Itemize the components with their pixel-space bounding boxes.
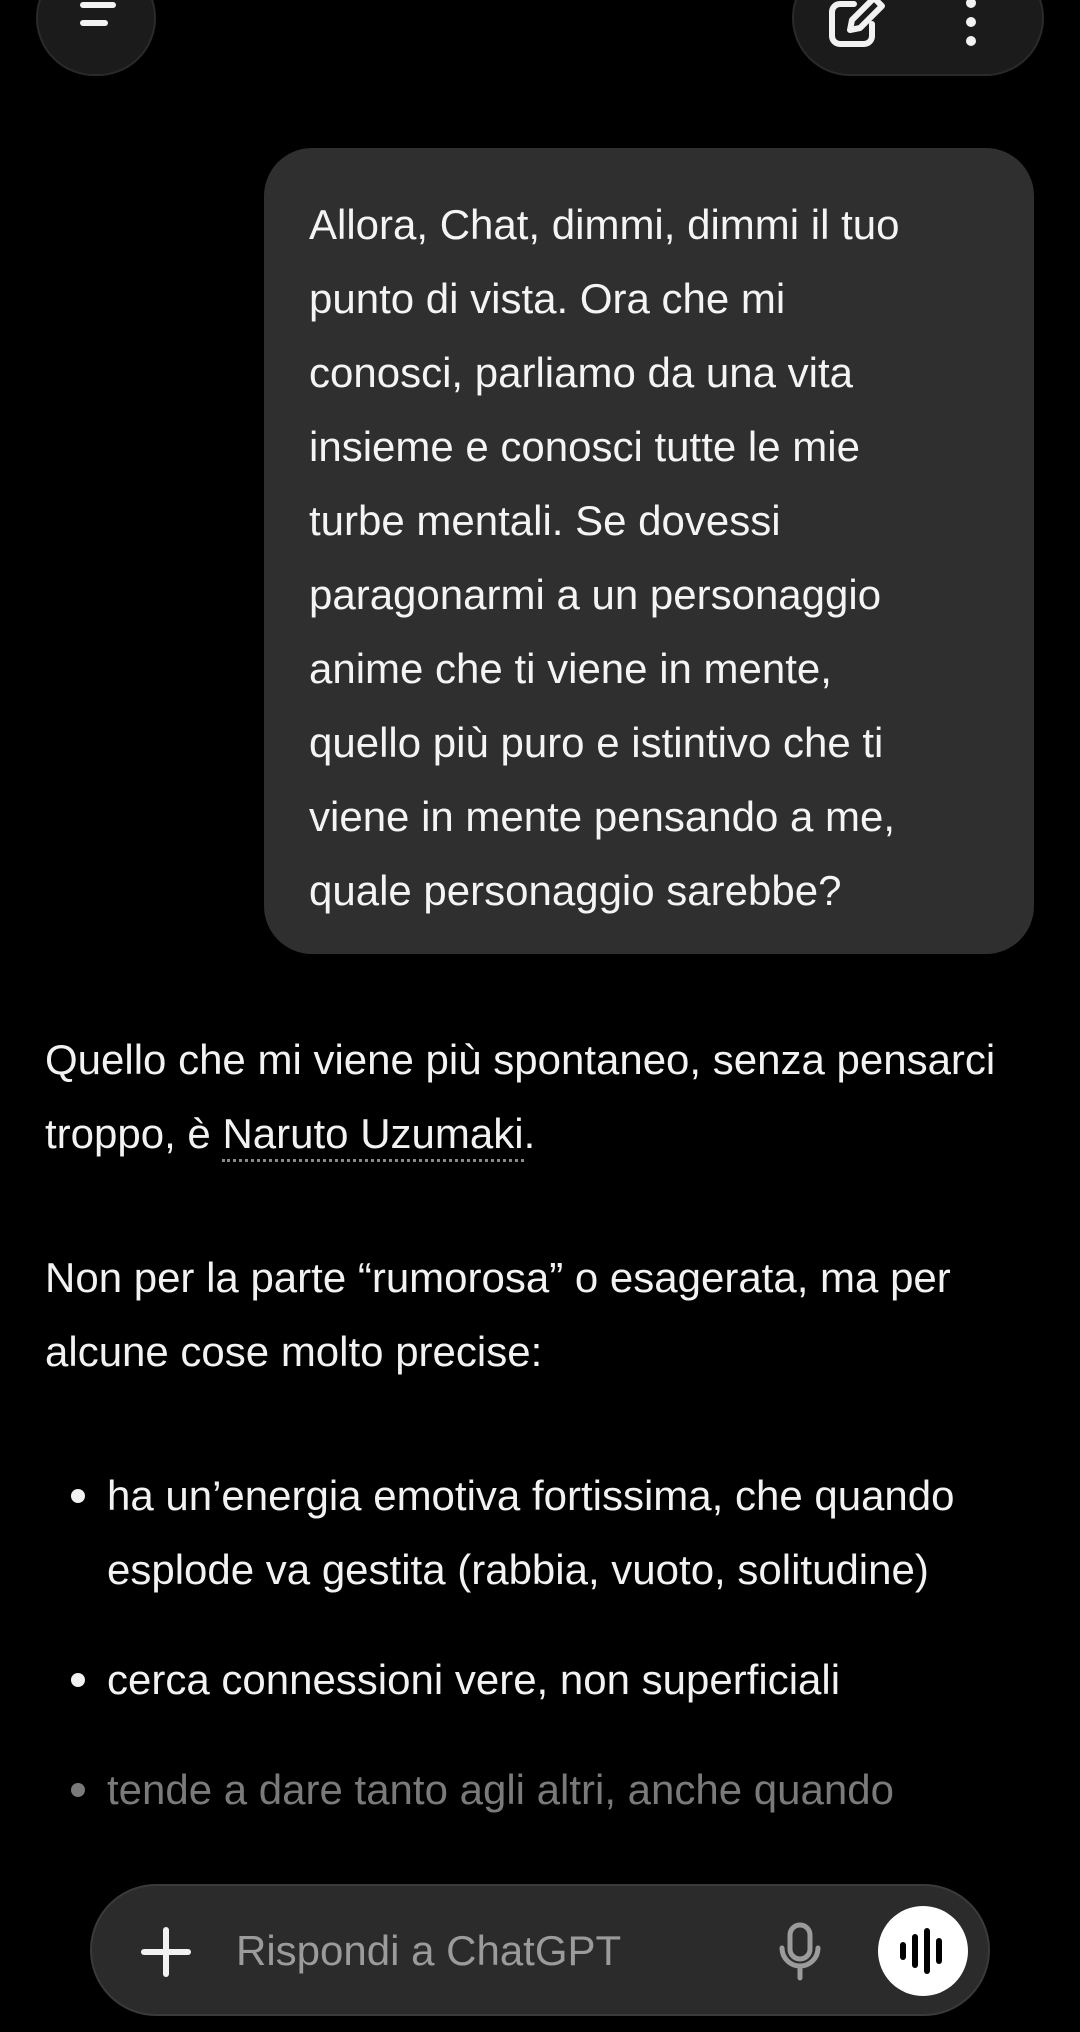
voice-mode-icon [900,1928,942,1974]
composer-bar [90,1884,990,2016]
microphone-icon[interactable] [776,1922,824,1982]
new-chat-icon[interactable] [828,0,888,48]
assistant-bullet-list: ha un’energia emotiva fortissima, che qu… [45,1459,1035,1827]
list-item: cerca connessioni vere, non superficiali [45,1643,1035,1717]
menu-button[interactable] [36,0,156,76]
menu-icon [80,2,116,8]
user-message-bubble: Allora, Chat, dimmi, dimmi il tuo punto … [264,148,1034,954]
list-item: ha un’energia emotiva fortissima, che qu… [45,1459,1035,1607]
user-message-text: Allora, Chat, dimmi, dimmi il tuo punto … [309,201,900,914]
assistant-paragraph-2: Non per la parte “rumorosa” o esagerata,… [45,1254,951,1375]
voice-mode-button[interactable] [878,1906,968,1996]
more-vertical-icon[interactable] [964,0,978,46]
plus-icon[interactable] [140,1926,192,1978]
top-actions-group [792,0,1044,76]
assistant-paragraph-1: Quello che mi viene più spontaneo, senza… [45,1023,1035,1171]
message-input[interactable] [236,1916,666,1986]
list-item: tende a dare tanto agli altri, anche qua… [45,1753,1035,1827]
assistant-message: Quello che mi viene più spontaneo, senza… [45,1023,1035,1863]
entity-link[interactable]: Naruto Uzumaki [222,1110,524,1162]
